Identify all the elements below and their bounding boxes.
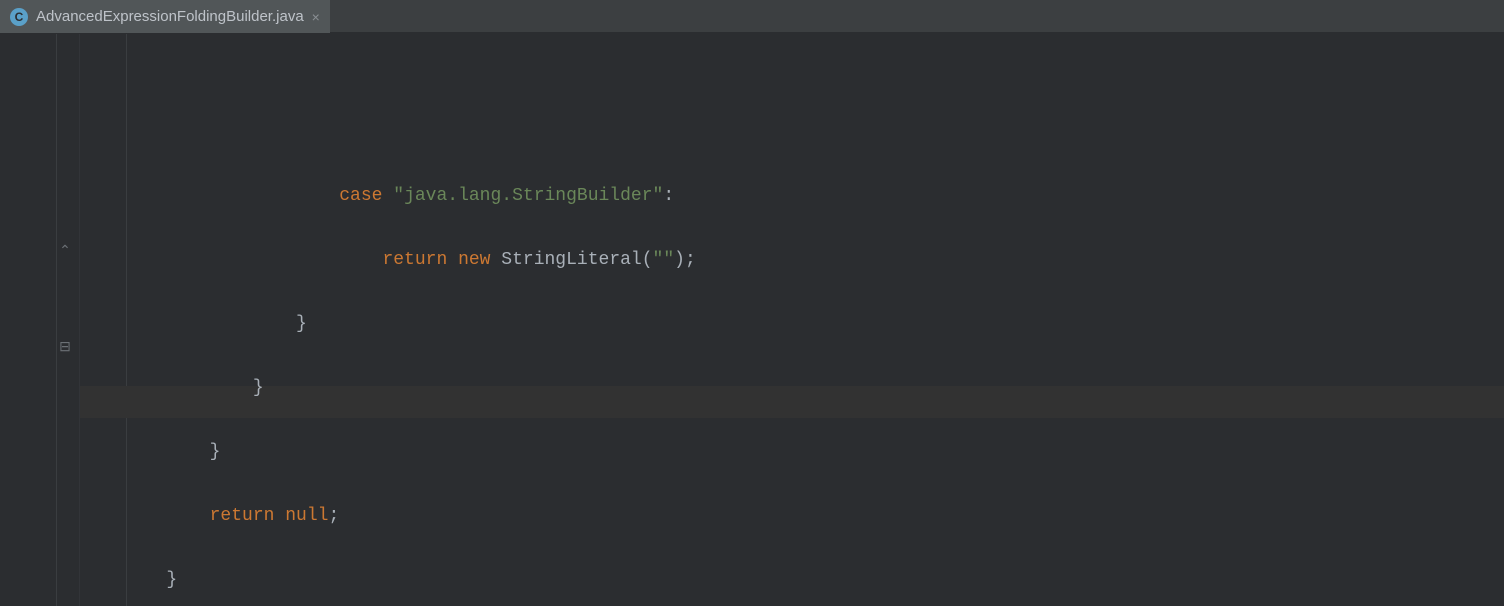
code-line: case "java.lang.StringBuilder": (80, 180, 1504, 212)
code-line: } (80, 564, 1504, 596)
class-file-icon: C (10, 8, 28, 26)
gutter[interactable]: ⌃ ⊟ (0, 34, 80, 606)
code-line: } (80, 308, 1504, 340)
tab-bar: C AdvancedExpressionFoldingBuilder.java … (0, 0, 1504, 34)
fold-end-icon[interactable]: ⌃ (58, 245, 72, 259)
code-line: return new StringLiteral(""); (80, 244, 1504, 276)
code-line: } (80, 372, 1504, 404)
editor-tab-active[interactable]: C AdvancedExpressionFoldingBuilder.java … (0, 0, 330, 33)
editor-area: ⌃ ⊟ case "java.lang.StringBuilder": retu… (0, 34, 1504, 606)
code-line: } (80, 436, 1504, 468)
tab-bar-empty (330, 0, 1504, 33)
fold-collapse-icon[interactable]: ⊟ (58, 341, 72, 355)
code-area[interactable]: case "java.lang.StringBuilder": return n… (80, 34, 1504, 606)
code-line: return null; (80, 500, 1504, 532)
tab-filename: AdvancedExpressionFoldingBuilder.java (36, 8, 304, 25)
close-icon[interactable]: × (312, 9, 320, 25)
